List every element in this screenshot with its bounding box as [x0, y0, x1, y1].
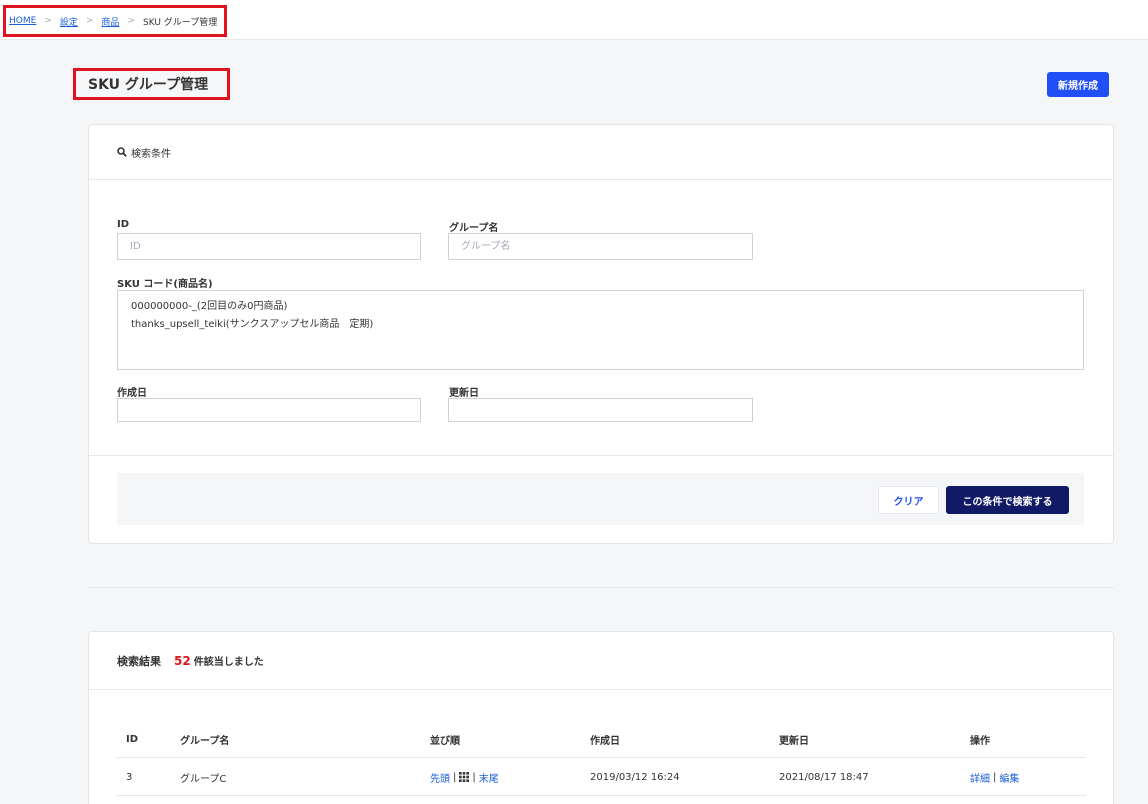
results-count-suffix: 件該当しました	[193, 657, 264, 668]
breadcrumb-separator: >	[44, 16, 52, 26]
section-divider	[88, 587, 1114, 588]
breadcrumb-home-link[interactable]: HOME	[9, 16, 36, 26]
pipe-separator: |	[472, 771, 476, 783]
updated-date-label: 更新日	[449, 388, 479, 399]
sku-code-textarea[interactable]: 000000000-_(2回目のみ0円商品) thanks_upsell_tei…	[117, 290, 1084, 370]
table-row: 3 グループC 先頭 | | 末尾 2019/03/12 16:24 2021/…	[117, 758, 1086, 796]
edit-link[interactable]: 編集	[999, 770, 1019, 785]
column-header-group: グループ名	[180, 735, 230, 747]
group-name-input[interactable]	[448, 233, 753, 260]
page-title: SKU グループ管理	[73, 68, 230, 100]
breadcrumb-settings-link[interactable]: 設定	[60, 15, 78, 28]
results-card: 検索結果 52 件該当しました ID グループ名 並び順 作成日 更新日 操作 …	[88, 631, 1114, 804]
breadcrumb: HOME > 設定 > 商品 > SKU グループ管理	[3, 5, 227, 37]
divider	[89, 455, 1113, 456]
search-card-title: 検索条件	[131, 148, 171, 160]
clear-button[interactable]: クリア	[878, 486, 939, 514]
breadcrumb-current: SKU グループ管理	[142, 17, 218, 28]
search-submit-button[interactable]: この条件で検索する	[946, 486, 1069, 514]
sku-code-line: 000000000-_(2回目のみ0円商品)	[131, 301, 288, 312]
move-first-link[interactable]: 先頭	[430, 770, 450, 785]
grid-icon[interactable]	[459, 772, 470, 782]
sku-code-label: SKU コード(商品名)	[117, 279, 213, 290]
column-header-id: ID	[126, 733, 139, 745]
id-input[interactable]	[117, 233, 421, 260]
results-header: 検索結果 52 件該当しました	[89, 632, 1113, 690]
column-header-actions: 操作	[970, 735, 990, 747]
created-date-input[interactable]	[117, 398, 421, 422]
cell-id: 3	[126, 771, 133, 783]
results-count: 52	[174, 653, 191, 668]
id-label: ID	[117, 219, 130, 230]
column-header-created: 作成日	[590, 735, 620, 747]
pipe-separator: |	[453, 771, 457, 783]
search-icon	[117, 147, 127, 157]
new-create-button[interactable]: 新規作成	[1047, 72, 1109, 97]
results-title: 検索結果	[117, 654, 161, 668]
search-card: 検索条件 ID グループ名 SKU コード(商品名) 000000000-_(2…	[88, 124, 1114, 544]
results-table: ID グループ名 並び順 作成日 更新日 操作 3 グループC 先頭 | | 末…	[117, 720, 1086, 796]
cell-actions: 詳細 | 編集	[970, 758, 1019, 796]
cell-created-date: 2019/03/12 16:24	[590, 771, 680, 783]
search-card-header: 検索条件	[89, 125, 1113, 180]
cell-updated-date: 2021/08/17 18:47	[779, 771, 869, 783]
pipe-separator: |	[993, 771, 997, 783]
column-header-updated: 更新日	[779, 735, 809, 747]
breadcrumb-separator: >	[85, 16, 94, 26]
breadcrumb-products-link[interactable]: 商品	[101, 15, 119, 28]
top-bar: HOME > 設定 > 商品 > SKU グループ管理	[0, 0, 1148, 40]
move-last-link[interactable]: 末尾	[479, 770, 499, 785]
detail-link[interactable]: 詳細	[970, 770, 990, 785]
group-name-label: グループ名	[449, 223, 499, 234]
cell-group-name: グループC	[180, 773, 227, 785]
search-actions: クリア この条件で検索する	[117, 473, 1084, 525]
table-header-row: ID グループ名 並び順 作成日 更新日 操作	[117, 720, 1086, 758]
breadcrumb-separator: >	[127, 16, 135, 26]
updated-date-input[interactable]	[448, 398, 753, 422]
sku-code-line: thanks_upsell_teiki(サンクスアップセル商品 定期)	[131, 319, 374, 330]
created-date-label: 作成日	[117, 388, 147, 399]
column-header-order: 並び順	[430, 735, 460, 747]
cell-order: 先頭 | | 末尾	[430, 758, 499, 796]
